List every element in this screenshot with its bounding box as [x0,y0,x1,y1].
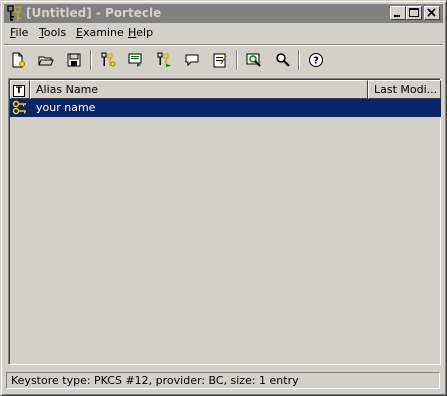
menu-tools-label: ools [43,26,67,39]
minimize-icon [394,15,400,17]
import-keypair-button[interactable] [154,50,174,70]
type-column-icon: T [13,85,25,97]
new-keystore-button[interactable] [8,50,28,70]
close-icon [427,8,436,17]
menu-file[interactable]: File [10,26,28,40]
svg-text:?: ? [313,56,319,67]
application-window: [Untitled] - Portecle File Tools Examine… [0,0,447,396]
table-row[interactable]: your name [10,99,441,117]
menu-tools[interactable]: Tools [39,26,66,40]
menu-examine-mnemonic: E [76,26,83,39]
minimize-button[interactable] [390,6,406,20]
close-button[interactable] [424,6,440,20]
examine-ssl-icon [276,53,290,67]
keystore-report-button[interactable] [210,50,230,70]
import-keypair-icon [157,52,171,67]
column-header-last-modified[interactable]: Last Modi... [368,80,441,99]
alias-cell: your name [36,101,96,114]
set-password-icon [185,54,199,67]
column-header-type[interactable]: T [10,80,30,99]
open-keystore-button[interactable] [36,50,56,70]
maximize-button[interactable] [406,6,422,20]
examine-ssl-button[interactable] [272,50,292,70]
title-bar[interactable]: [Untitled] - Portecle [4,4,443,23]
generate-keypair-icon [101,52,116,67]
key-pair-icon [12,100,28,116]
menu-help[interactable]: Help [128,26,153,40]
toolbar-separator [298,50,300,70]
import-trusted-cert-button[interactable] [126,50,146,70]
help-icon: ? [309,53,323,67]
toolbar-separator [236,50,238,70]
keystore-report-icon [213,53,227,68]
table-header: T Alias Name Last Modi... [10,80,441,99]
keystore-table-inner: T Alias Name Last Modi... your name [9,79,441,364]
import-trusted-cert-icon [128,53,142,67]
menu-examine[interactable]: Examine [76,26,124,40]
open-keystore-icon [38,56,54,66]
column-header-alias[interactable]: Alias Name [30,80,368,99]
examine-cert-icon [246,53,261,67]
save-keystore-icon [67,53,81,67]
help-button[interactable]: ? [306,50,326,70]
set-password-button[interactable] [182,50,202,70]
portecle-app-icon [7,5,23,22]
maximize-icon [409,8,419,17]
save-keystore-button[interactable] [64,50,84,70]
window-title: [Untitled] - Portecle [26,6,162,20]
new-keystore-icon [12,52,25,68]
menu-file-label: ile [15,26,29,39]
menu-examine-label: xamine [82,26,124,39]
menu-help-label: elp [136,26,154,39]
menu-bar: File Tools Examine Help [4,24,443,42]
toolbar: ? [4,44,443,75]
keystore-table: T Alias Name Last Modi... your name [8,78,441,365]
status-bar: Keystore type: PKCS #12, provider: BC, s… [6,372,440,389]
toolbar-separator [90,50,92,70]
examine-cert-button[interactable] [244,50,264,70]
generate-keypair-button[interactable] [98,50,118,70]
